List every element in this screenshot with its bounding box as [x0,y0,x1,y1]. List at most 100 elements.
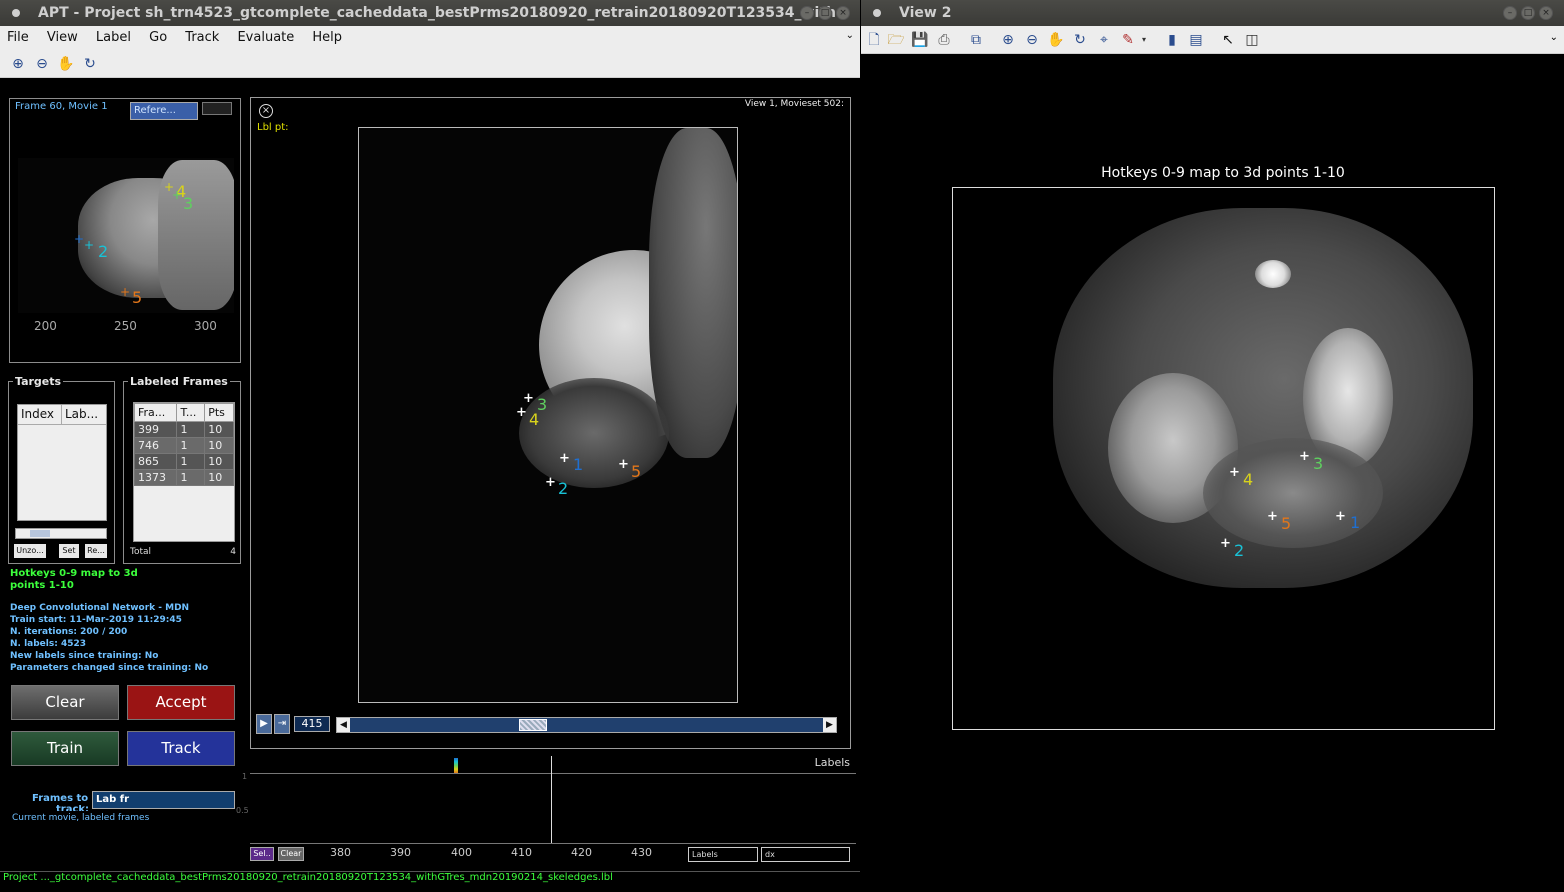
view2-point-marker[interactable]: + [1335,510,1346,523]
toolbar-collapse-icon[interactable]: ⌄ [846,30,854,41]
link-icon[interactable]: ⧉ [967,31,985,49]
train-button[interactable]: Train [11,731,119,766]
label-point-marker[interactable]: + [559,452,570,465]
tracker-info-line: N. labels: 4523 [10,639,87,649]
reference-dropdown[interactable]: Refere... [130,102,198,120]
track-button[interactable]: Track [127,731,235,766]
table-row[interactable]: 1373 1 10 [134,469,234,486]
timeline-clear-button[interactable]: Clear [278,847,304,861]
close-button[interactable]: × [836,6,850,20]
labeled-frames-title: Labeled Frames [128,375,230,388]
menu-view[interactable]: View [40,26,85,46]
label-point-marker[interactable]: + [523,392,534,405]
targets-hscrollbar[interactable] [15,528,107,539]
window-menu-icon[interactable] [873,9,881,17]
label-point-marker[interactable]: + [545,476,556,489]
status-bar: Project ..._gtcomplete_cacheddata_bestPr… [0,871,860,892]
view2-point-marker[interactable]: + [1299,450,1310,463]
brush-menu-icon[interactable]: ▾ [1139,31,1149,49]
main-image[interactable] [358,127,738,703]
ov-point-marker: + [172,188,183,202]
open-icon[interactable]: 🗁 [887,31,905,49]
table-row[interactable]: 399 1 10 [134,421,234,438]
toolbar-collapse-icon[interactable]: ⌄ [1550,32,1558,43]
lf-col-frame[interactable]: Fra... [134,403,178,422]
timeline-marker [454,758,458,773]
pan-hand-icon[interactable]: ✋ [1047,31,1065,49]
lf-col-target[interactable]: T... [176,403,206,422]
fly-body [649,128,737,458]
zoom-out-icon[interactable]: ⊖ [1023,31,1041,49]
rotate-icon[interactable]: ↻ [81,55,99,73]
select-button[interactable]: Sel.. [250,847,274,861]
window-menu-icon[interactable] [12,9,20,17]
pan-hand-icon[interactable]: ✋ [57,55,75,73]
menu-track[interactable]: Track [178,26,226,46]
table-cell: 865 [134,453,178,470]
label-point-marker[interactable]: + [618,458,629,471]
timeline-xtick: 430 [631,846,652,859]
close-button[interactable]: × [1539,6,1553,20]
minimize-button[interactable]: – [800,6,814,20]
clear-button[interactable]: Clear [11,685,119,720]
view2-point-marker[interactable]: + [1220,537,1231,550]
accept-button[interactable]: Accept [127,685,235,720]
new-figure-icon[interactable]: 🗋 [865,31,883,49]
labels-dropdown[interactable]: Labels [688,847,758,862]
rotate-icon[interactable]: ↻ [1071,31,1089,49]
targets-table[interactable]: Index Lab... [17,404,107,521]
slider-thumb[interactable] [519,719,548,731]
maximize-button[interactable]: □ [818,6,832,20]
table-row[interactable]: 746 1 10 [134,437,234,454]
hotkeys-text-1: Hotkeys 0-9 map to 3d [10,568,138,579]
targets-col-index[interactable]: Index [18,405,62,424]
view2-image[interactable] [952,187,1495,730]
print-icon[interactable]: ⎙ [935,31,953,49]
play-fast-button[interactable]: ⇥ [274,714,290,734]
frame-number-field[interactable]: 415 [294,716,330,732]
slider-right-arrow[interactable]: ▶ [823,718,836,732]
table-cell: 1373 [134,469,178,486]
legend-icon[interactable]: ▤ [1187,31,1205,49]
data-cursor-icon[interactable]: ⌖ [1095,31,1113,49]
frames-to-track-dropdown[interactable]: Lab fr [92,791,235,809]
dx-dropdown[interactable]: dx [761,847,850,862]
label-point-id: 2 [558,479,569,498]
slider-left-arrow[interactable]: ◀ [337,718,350,732]
hotkeys-text-2: points 1-10 [10,580,74,591]
menu-help[interactable]: Help [305,26,349,46]
menu-label[interactable]: Label [89,26,138,46]
set-button[interactable]: Set [59,544,79,558]
table-cell: 10 [204,469,234,486]
lf-col-pts[interactable]: Pts [204,403,234,422]
labeled-frames-table[interactable]: Fra... T... Pts 399 1 10 746 1 10 865 1 [133,402,235,542]
play-button[interactable]: ▶ [256,714,272,734]
zoom-in-icon[interactable]: ⊕ [999,31,1017,49]
view2-point-marker[interactable]: + [1229,466,1240,479]
menu-go[interactable]: Go [142,26,174,46]
frame-slider[interactable]: ◀ ▶ [336,717,837,733]
label-point-marker[interactable]: + [516,406,527,419]
menu-evaluate[interactable]: Evaluate [230,26,301,46]
colorbar-icon[interactable]: ▮ [1163,31,1181,49]
brush-icon[interactable]: ✎ [1119,31,1137,49]
menu-file[interactable]: File [0,26,36,46]
view2-point-marker[interactable]: + [1267,510,1278,523]
frames-to-track-label-1: Frames to [32,793,89,804]
targets-panel: Targets Index Lab... Unzo... Set Re... [8,375,115,564]
property-editor-icon[interactable]: ◫ [1243,31,1261,49]
overview-toggle[interactable] [202,102,232,115]
unzoom-button[interactable]: Unzo... [14,544,46,558]
zoom-in-icon[interactable]: ⊕ [9,55,27,73]
minimize-button[interactable]: – [1503,6,1517,20]
save-icon[interactable]: 💾 [911,31,929,49]
maximize-button[interactable]: □ [1521,6,1535,20]
crosshair-icon[interactable]: × [259,104,273,118]
targets-col-label[interactable]: Lab... [62,405,101,424]
table-row[interactable]: 865 1 10 [134,453,234,470]
ov-point-marker: + [74,232,85,246]
zoom-out-icon[interactable]: ⊖ [33,55,51,73]
labeled-frames-grid[interactable]: Fra... T... Pts 399 1 10 746 1 10 865 1 [134,403,234,486]
reset-button[interactable]: Re... [85,544,107,558]
pointer-icon[interactable]: ↖ [1219,31,1237,49]
